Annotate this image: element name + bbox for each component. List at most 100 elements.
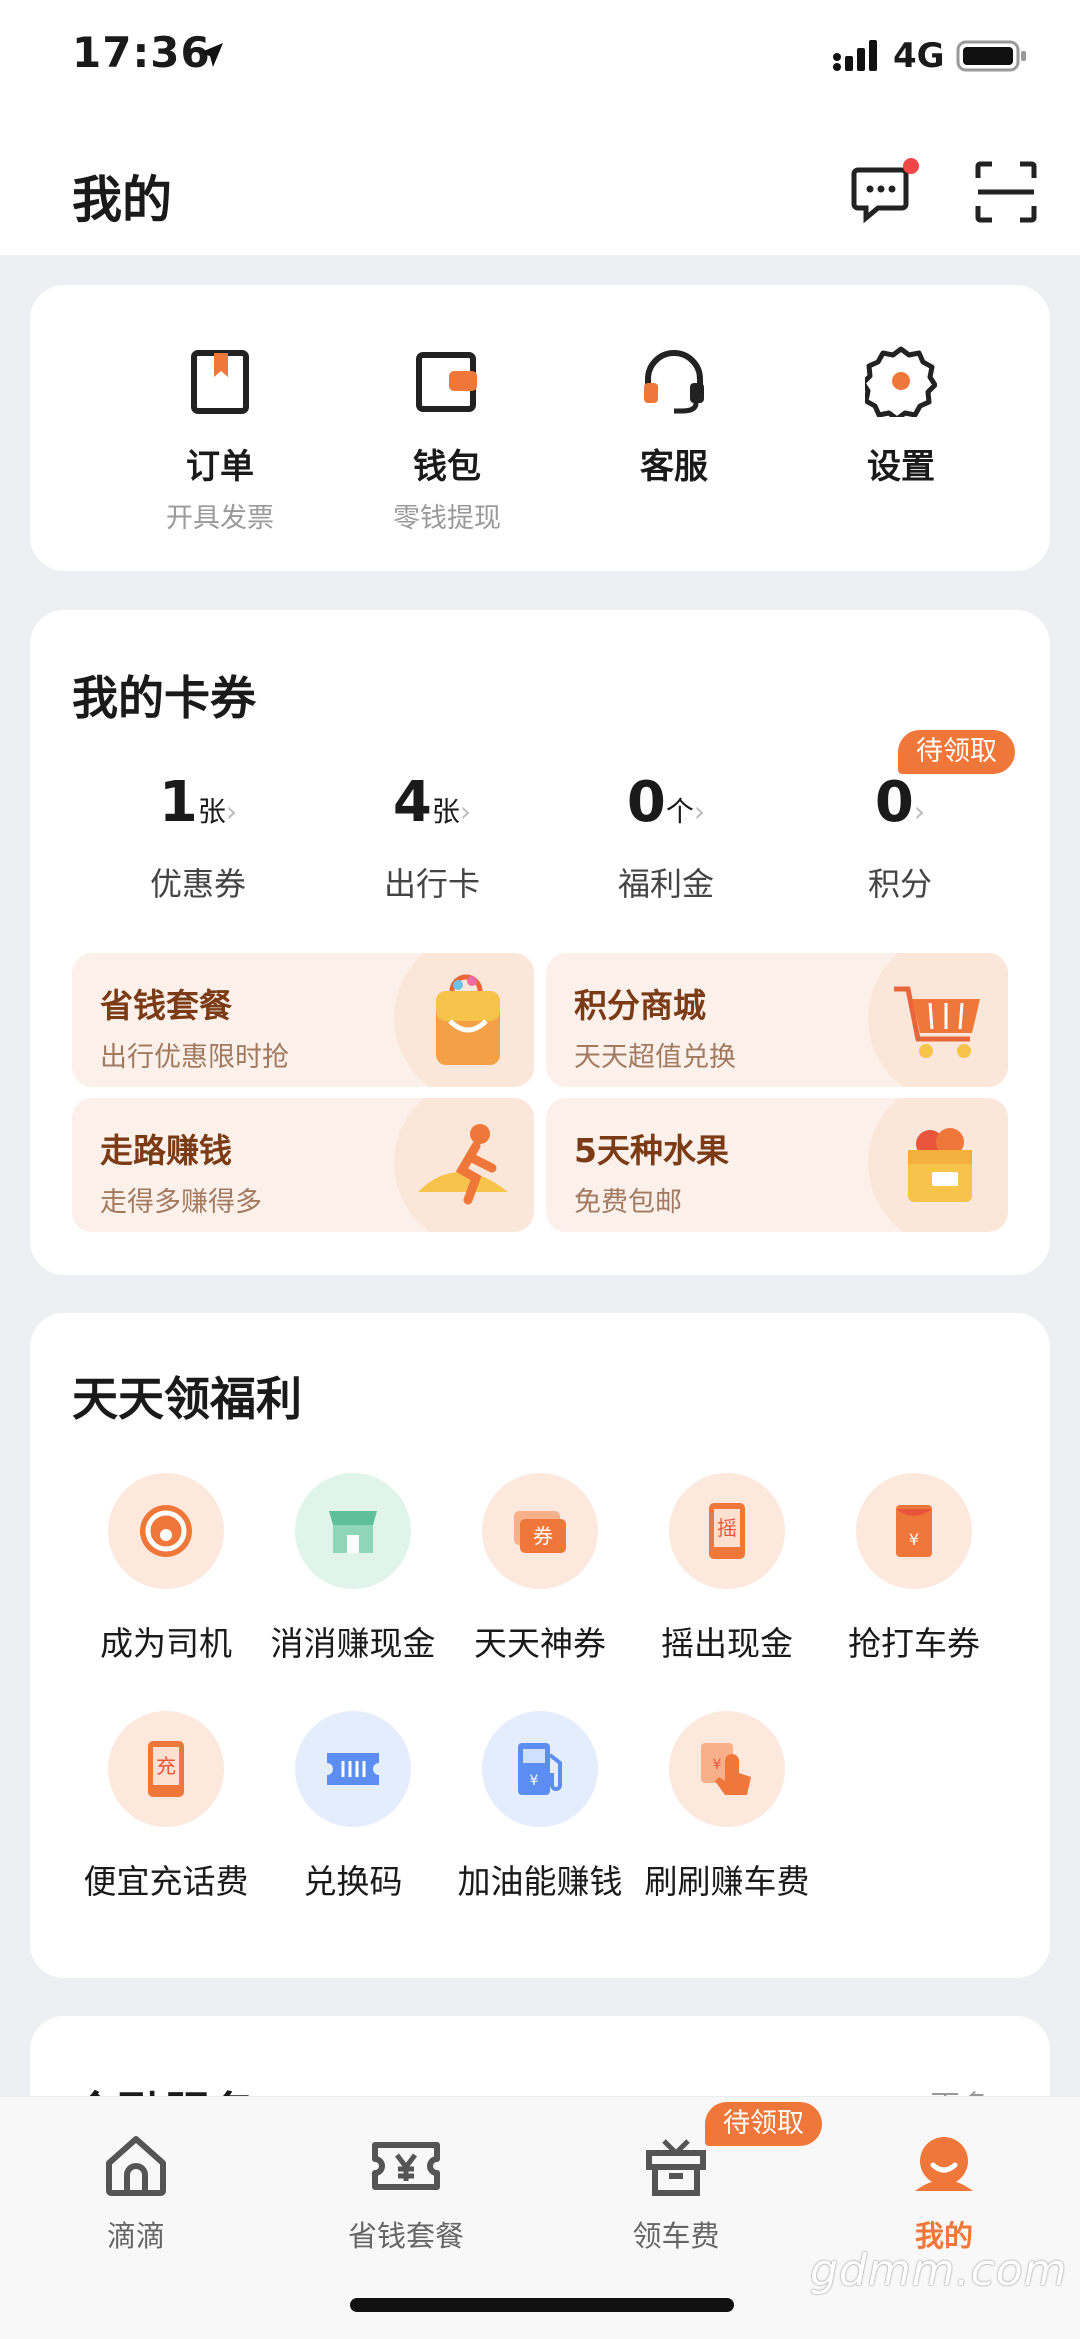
welfare-label: 刷刷赚车费: [644, 1862, 810, 1901]
welfare-fund-unit: 个: [665, 795, 694, 828]
welfare-label: 兑换码: [303, 1862, 403, 1901]
welfare-label: 天天神券: [474, 1624, 606, 1663]
settings-button[interactable]: 设置: [791, 345, 1011, 488]
tab-didi-home[interactable]: 滴滴: [36, 2131, 236, 2255]
welfare-daily-coupon[interactable]: 券 天天神券: [446, 1473, 634, 1665]
tab-ride-fee[interactable]: 领车费: [576, 2131, 776, 2255]
location-arrow-icon: [199, 43, 223, 67]
tab-label: 滴滴: [106, 2219, 165, 2253]
notification-dot: [903, 158, 919, 174]
coupon-count-item[interactable]: 1张› 优惠券: [88, 770, 308, 905]
order-icon: [191, 350, 249, 414]
welfare-label: 加油能赚钱: [457, 1862, 623, 1901]
gear-icon: [865, 346, 937, 417]
welfare-ride-coupon[interactable]: ¥ 抢打车券: [820, 1473, 1008, 1665]
phone-topup-icon: 充: [148, 1741, 184, 1797]
welfare-label: 便宜充话费: [83, 1862, 249, 1901]
profile-avatar-icon: [915, 2137, 973, 2191]
order-label: 订单: [186, 447, 254, 487]
signal-icon: [833, 40, 877, 71]
coupons-section-title: 我的卡券: [72, 671, 256, 725]
steering-wheel-icon: [140, 1505, 192, 1557]
wallet-button[interactable]: 钱包 零钱提现: [337, 345, 557, 535]
watermark: gdmm.com: [810, 2245, 1068, 2296]
svg-text:¥: ¥: [909, 1530, 919, 1549]
welfare-label: 摇出现金: [661, 1624, 793, 1663]
coupon-label: 优惠券: [149, 865, 246, 903]
tab-saving-package[interactable]: 省钱套餐: [306, 2131, 506, 2255]
headset-icon: [644, 350, 704, 414]
welfare-label: 成为司机: [100, 1624, 232, 1663]
shopping-cart-icon: [894, 986, 980, 1058]
travel-card-unit: 张: [431, 795, 460, 828]
red-envelope-icon: ¥: [896, 1505, 932, 1557]
promo-walk-earn[interactable]: 走路赚钱 走得多赚得多: [72, 1098, 534, 1232]
service-label: 客服: [640, 447, 708, 487]
chevron-right-icon: ›: [913, 795, 926, 828]
promo-subtitle: 走得多赚得多: [100, 1187, 262, 1218]
svg-text:¥: ¥: [713, 1757, 722, 1773]
wallet-label: 钱包: [413, 447, 481, 487]
welfare-phone-topup[interactable]: 充 便宜充话费: [72, 1711, 260, 1903]
welfare-tap-earn[interactable]: ¥ 刷刷赚车费: [633, 1711, 821, 1903]
promo-points-mall[interactable]: 积分商城 天天超值兑换: [546, 953, 1008, 1087]
customer-service-button[interactable]: 客服: [564, 345, 784, 488]
status-time: 17:36: [72, 28, 211, 77]
walking-figure-icon: [418, 1124, 508, 1205]
home-icon: [106, 2136, 166, 2196]
promo-grow-fruit[interactable]: 5天种水果 免费包邮: [546, 1098, 1008, 1232]
welfare-become-driver[interactable]: 成为司机: [72, 1473, 260, 1665]
points-count: 0: [874, 770, 914, 835]
scan-button[interactable]: [974, 160, 1038, 224]
chevron-right-icon: ›: [225, 795, 238, 828]
chevron-right-icon: ›: [693, 795, 706, 828]
welfare-fund-label: 福利金: [617, 865, 714, 903]
quick-actions-card: 订单 开具发票 钱包 零钱提现 客服 设置: [30, 285, 1050, 571]
svg-text:¥: ¥: [530, 1773, 539, 1789]
welfare-shake-cash[interactable]: 摇 摇出现金: [633, 1473, 821, 1665]
promo-title: 省钱套餐: [100, 986, 232, 1025]
redeem-code-icon: [327, 1753, 379, 1785]
points-pending-badge[interactable]: 待领取: [898, 730, 1015, 774]
tab-label: 领车费: [632, 2219, 720, 2253]
my-coupons-card: 我的卡券 待领取 1张› 优惠券 4张› 出行卡 0个› 福利金 0› 积分 省…: [30, 610, 1050, 1275]
coupon-ticket-icon: 券: [514, 1511, 566, 1553]
tab-mine[interactable]: 我的: [844, 2131, 1044, 2255]
travel-card-count: 4: [392, 770, 432, 835]
tap-hand-icon: ¥: [701, 1743, 751, 1795]
status-bar: 17:36 4G: [0, 0, 1080, 120]
coupon-unit: 张: [197, 795, 226, 828]
promo-subtitle: 天天超值兑换: [574, 1042, 736, 1073]
svg-text:摇: 摇: [717, 1516, 737, 1540]
fuel-pump-icon: ¥: [518, 1743, 562, 1795]
welfare-match-game[interactable]: 消消赚现金: [259, 1473, 447, 1665]
order-button[interactable]: 订单 开具发票: [110, 345, 330, 535]
home-indicator[interactable]: [350, 2298, 734, 2312]
promo-title: 积分商城: [574, 986, 706, 1025]
shake-phone-icon: 摇: [709, 1503, 745, 1559]
welfare-fund-item[interactable]: 0个› 福利金: [556, 770, 776, 905]
messages-button[interactable]: [850, 156, 920, 226]
top-header-area: 17:36 4G 我的: [0, 0, 1080, 255]
svg-text:充: 充: [156, 1754, 176, 1778]
welfare-label: 消消赚现金: [270, 1624, 436, 1663]
travel-card-item[interactable]: 4张› 出行卡: [322, 770, 542, 905]
welfare-redeem-code[interactable]: 兑换码: [259, 1711, 447, 1903]
shopping-bag-icon: [436, 974, 500, 1065]
wallet-sub: 零钱提现: [393, 503, 501, 534]
message-bubble-icon: [851, 158, 919, 224]
svg-text:券: 券: [533, 1524, 553, 1548]
promo-subtitle: 出行优惠限时抢: [100, 1042, 289, 1073]
ride-fee-pending-badge[interactable]: 待领取: [705, 2102, 822, 2146]
welfare-fuel-earn[interactable]: ¥ 加油能赚钱: [446, 1711, 634, 1903]
welfare-section-title: 天天领福利: [72, 1372, 302, 1426]
daily-welfare-card: 天天领福利 成为司机 消消赚现金 券 天天神券 摇 摇出现金 ¥ 抢打车券 充 …: [30, 1313, 1050, 1978]
network-type: 4G: [893, 36, 945, 76]
promo-saving-package[interactable]: 省钱套餐 出行优惠限时抢: [72, 953, 534, 1087]
fruit-box-icon: [908, 1128, 972, 1202]
settings-label: 设置: [867, 447, 935, 487]
wallet-icon: [416, 352, 477, 412]
promo-title: 走路赚钱: [100, 1131, 232, 1170]
coupon-count: 1: [158, 770, 198, 835]
points-item[interactable]: 0› 积分: [790, 770, 1010, 905]
